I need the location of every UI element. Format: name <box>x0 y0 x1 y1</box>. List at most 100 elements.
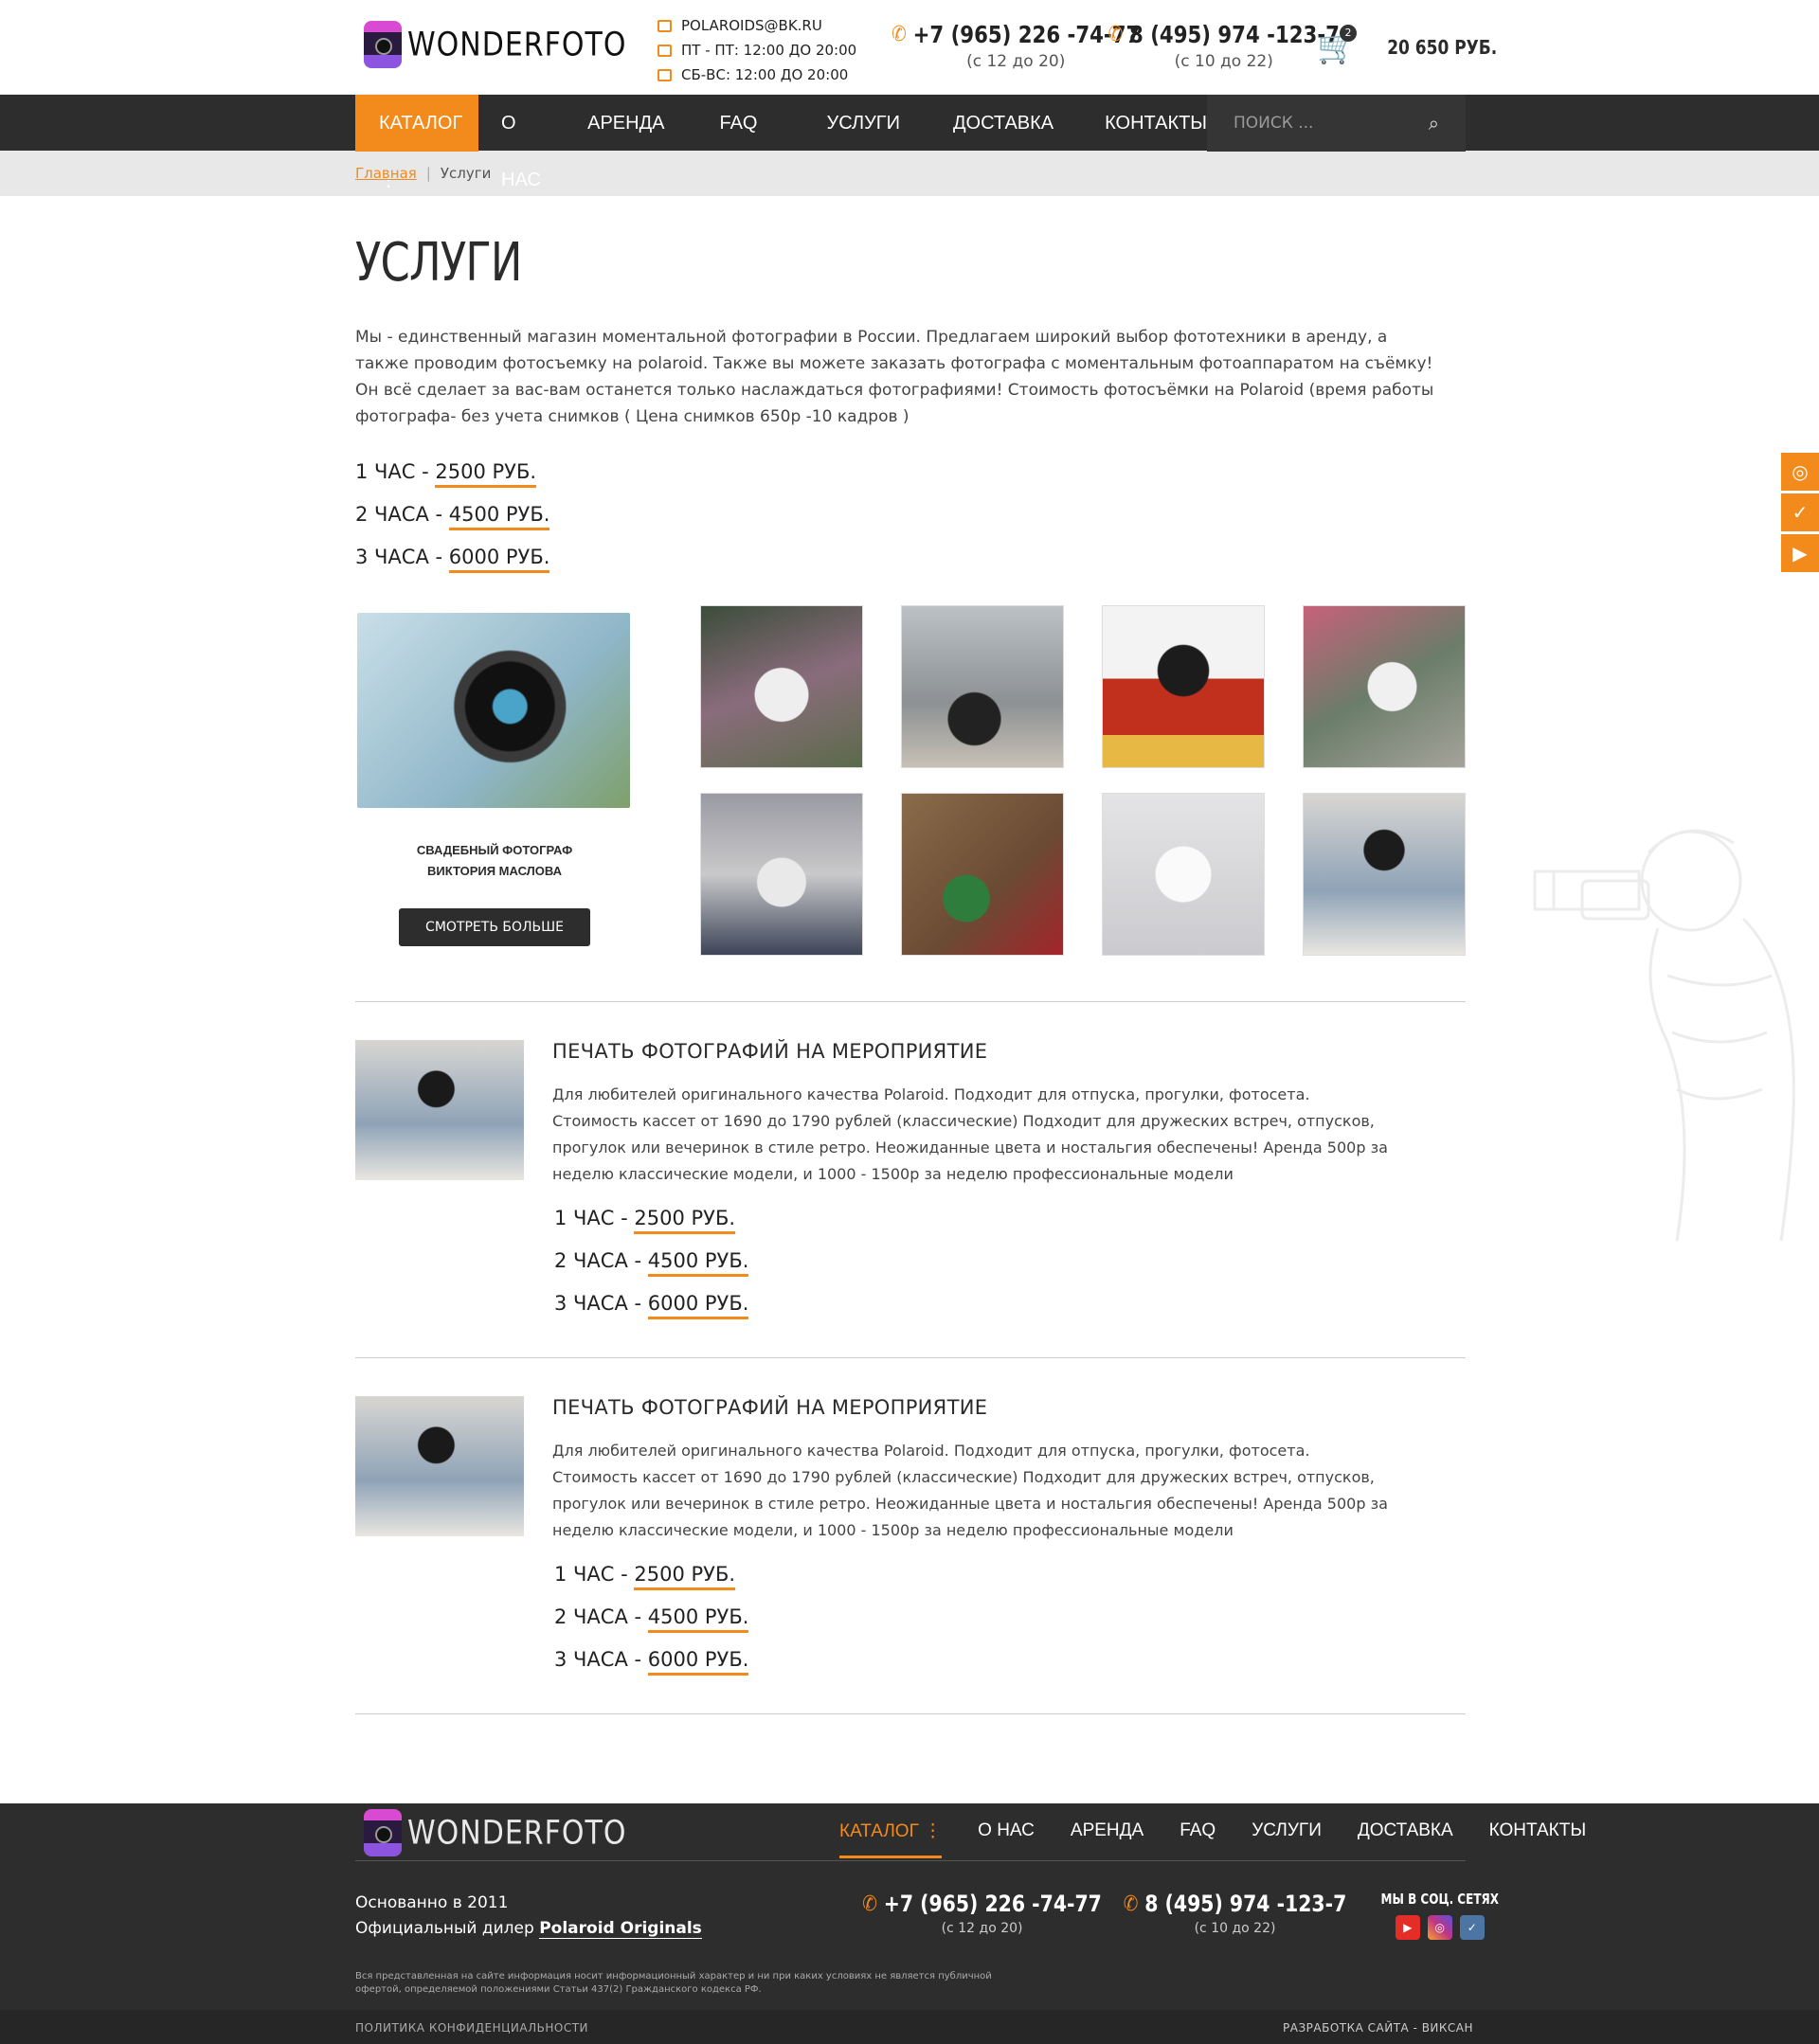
search-input[interactable]: ПОИСК ... ⌕ <box>1207 95 1466 152</box>
service-description: Для любителей оригинального качества Pol… <box>552 1082 1433 1188</box>
side-social-bar: ◎ ✓ ▶ <box>1781 453 1819 575</box>
phone-icon: ✆ <box>862 1892 877 1916</box>
service-title: ПЕЧАТЬ ФОТОГРАФИЙ НА МЕРОПРИЯТИЕ <box>552 1040 988 1063</box>
gallery-photo[interactable] <box>901 605 1064 768</box>
price-label: 1 ЧАС - <box>355 460 436 483</box>
footer-bottom-bar: ПОЛИТИКА КОНФИДЕНЦИАЛЬНОСТИ РАЗРАБОТКА С… <box>0 2010 1819 2044</box>
price-item: 1 ЧАС - 2500 РУБ. <box>554 1197 1433 1240</box>
price-label: 1 ЧАС - <box>554 1563 635 1586</box>
price-list: 1 ЧАС - 2500 РУБ. 2 ЧАСА - 4500 РУБ. 3 Ч… <box>355 451 1466 579</box>
lead-text: Мы - единственный магазин моментальной ф… <box>355 328 1434 426</box>
footer-phone-2-hours: (с 10 до 22) <box>1194 1921 1276 1936</box>
footer-phone-2-number[interactable]: 8 (495) 974 -123-7 <box>1144 1891 1346 1917</box>
footer-nav-contacts[interactable]: КОНТАКТЫ <box>1489 1820 1587 1858</box>
photographer-name: ВИКТОРИЯ МАСЛОВА <box>426 864 562 878</box>
price-item: 3 ЧАСА - 6000 РУБ. <box>554 1282 1433 1325</box>
price-value: 4500 РУБ. <box>647 1249 749 1277</box>
footer-logo[interactable]: WONDERFOTO <box>364 1809 626 1856</box>
footer-social-title: МЫ В СОЦ. СЕТЯХ <box>1380 1891 1499 1908</box>
search-placeholder: ПОИСК ... <box>1234 114 1314 133</box>
price-item: 3 ЧАСА - 6000 РУБ. <box>554 1639 1433 1681</box>
price-list: 1 ЧАС - 2500 РУБ. 2 ЧАСА - 4500 РУБ. 3 Ч… <box>554 1553 1433 1681</box>
footer-nav-faq[interactable]: FAQ <box>1180 1820 1216 1858</box>
price-value: 6000 РУБ. <box>448 546 550 573</box>
footer-nav-about[interactable]: О НАС <box>978 1820 1035 1858</box>
search-icon[interactable]: ⌕ <box>1429 112 1439 134</box>
footer-social: МЫ В СОЦ. СЕТЯХ ▶ ◎ ✓ <box>1366 1891 1514 1940</box>
mail-icon <box>657 19 672 32</box>
phone-icon: ✆ <box>891 23 907 46</box>
footer-nav-services[interactable]: УСЛУГИ <box>1252 1820 1322 1858</box>
nav-delivery[interactable]: ДОСТАВКА <box>953 95 1054 152</box>
gallery: СВАДЕБНЫЙ ФОТОГРАФ ВИКТОРИЯ МАСЛОВА СМОТ… <box>355 605 1466 956</box>
footer-nav: КАТАЛОГ ⋮ О НАС АРЕНДА FAQ УСЛУГИ ДОСТАВ… <box>839 1820 1586 1858</box>
youtube-icon[interactable]: ▶ <box>1395 1915 1420 1940</box>
divider <box>355 1001 1466 1002</box>
service-desc-line2: Стоимость кассет от 1690 до 1790 рублей … <box>552 1112 1388 1183</box>
nav-catalog-label: КАТАЛОГ <box>379 113 463 134</box>
vk-icon[interactable]: ✓ <box>1459 1915 1485 1940</box>
price-item: 3 ЧАСА - 6000 РУБ. <box>355 536 1466 579</box>
footer-nav-delivery[interactable]: ДОСТАВКА <box>1358 1820 1453 1858</box>
gallery-photo[interactable] <box>1303 605 1466 768</box>
privacy-policy-link[interactable]: ПОЛИТИКА КОНФИДЕНЦИАЛЬНОСТИ <box>355 2021 588 2035</box>
service-image <box>355 1040 524 1180</box>
price-item: 2 ЧАСА - 4500 РУБ. <box>554 1596 1433 1639</box>
cart-total: 20 650 РУБ. <box>1387 36 1498 59</box>
logo-text: WONDERFOTO <box>407 1813 627 1853</box>
header: WONDERFOTO POLAROIDS@BK.RU ПТ - ПТ: 12:0… <box>0 0 1819 94</box>
gallery-photo[interactable] <box>1102 793 1265 956</box>
price-label: 2 ЧАСА - <box>554 1605 648 1628</box>
footer-nav-catalog[interactable]: КАТАЛОГ ⋮ <box>839 1820 943 1858</box>
instagram-icon[interactable]: ◎ <box>1427 1915 1452 1940</box>
gallery-photo[interactable] <box>700 793 863 956</box>
footer-nav-rent[interactable]: АРЕНДА <box>1071 1820 1144 1858</box>
price-label: 3 ЧАСА - <box>554 1648 648 1671</box>
email-link[interactable]: POLAROIDS@BK.RU <box>681 13 822 38</box>
nav-rent[interactable]: АРЕНДА <box>587 95 664 152</box>
price-item: 2 ЧАСА - 4500 РУБ. <box>355 493 1466 536</box>
breadcrumb: Главная | Услуги <box>0 151 1819 196</box>
service-desc-line1: Для любителей оригинального качества Pol… <box>552 1085 1310 1103</box>
breadcrumb-home[interactable]: Главная <box>355 165 417 182</box>
footer-nav-catalog-label: КАТАЛОГ <box>839 1821 919 1841</box>
service-description: Для любителей оригинального качества Pol… <box>552 1438 1433 1544</box>
developer-credit-link[interactable]: РАЗРАБОТКА САЙТА - ВИКСАН <box>1283 2021 1473 2035</box>
main-content: УСЛУГИ Мы - единственный магазин момента… <box>355 232 1466 1714</box>
nav-about[interactable]: О НАС <box>501 95 545 190</box>
polaroid-logo-icon <box>364 21 402 68</box>
service-item: ПЕЧАТЬ ФОТОГРАФИЙ НА МЕРОПРИЯТИЕ Для люб… <box>355 1396 1466 1681</box>
price-value: 4500 РУБ. <box>448 503 550 530</box>
gallery-photo[interactable] <box>1102 605 1265 768</box>
price-value: 6000 РУБ. <box>647 1648 749 1676</box>
footer-phone-1-number[interactable]: +7 (965) 226 -74-77 <box>884 1891 1102 1917</box>
nav-contacts[interactable]: КОНТАКТЫ <box>1105 95 1207 152</box>
phone-2[interactable]: 8 (495) 974 -123-7 <box>1129 21 1340 48</box>
footer-divider <box>355 1860 1466 1861</box>
price-value: 2500 РУБ. <box>435 460 537 488</box>
dealer-link[interactable]: Polaroid Originals <box>539 1919 702 1939</box>
cart[interactable]: 🛒 2 20 650 РУБ. <box>1317 25 1507 66</box>
nav-faq[interactable]: FAQ <box>719 95 757 152</box>
page-title: УСЛУГИ <box>355 232 522 294</box>
site-logo[interactable]: WONDERFOTO <box>364 21 626 68</box>
gallery-photo[interactable] <box>700 605 863 768</box>
price-label: 2 ЧАСА - <box>554 1249 648 1272</box>
footer-phone-2: ✆ 8 (495) 974 -123-7 (с 10 до 22) <box>1104 1891 1366 1936</box>
instagram-icon[interactable]: ◎ <box>1781 453 1819 491</box>
nav-catalog[interactable]: КАТАЛОГ ⋮ <box>355 95 478 190</box>
gallery-photo[interactable] <box>901 793 1064 956</box>
price-item: 1 ЧАС - 2500 РУБ. <box>355 451 1466 493</box>
nav-services[interactable]: УСЛУГИ <box>826 95 900 152</box>
cart-icon[interactable]: 🛒 2 <box>1317 25 1357 66</box>
polaroid-logo-icon <box>364 1809 402 1856</box>
price-value: 2500 РУБ. <box>634 1207 736 1234</box>
vk-icon[interactable]: ✓ <box>1781 493 1819 531</box>
hours-weekdays: ПТ - ПТ: 12:00 ДО 20:00 <box>681 42 857 59</box>
youtube-icon[interactable]: ▶ <box>1781 534 1819 572</box>
see-more-button[interactable]: СМОТРЕТЬ БОЛЬШЕ <box>399 908 590 946</box>
price-item: 2 ЧАСА - 4500 РУБ. <box>554 1240 1433 1282</box>
price-value: 4500 РУБ. <box>647 1605 749 1633</box>
photographer-card: СВАДЕБНЫЙ ФОТОГРАФ ВИКТОРИЯ МАСЛОВА СМОТ… <box>357 605 632 946</box>
gallery-photo[interactable] <box>1303 793 1466 956</box>
